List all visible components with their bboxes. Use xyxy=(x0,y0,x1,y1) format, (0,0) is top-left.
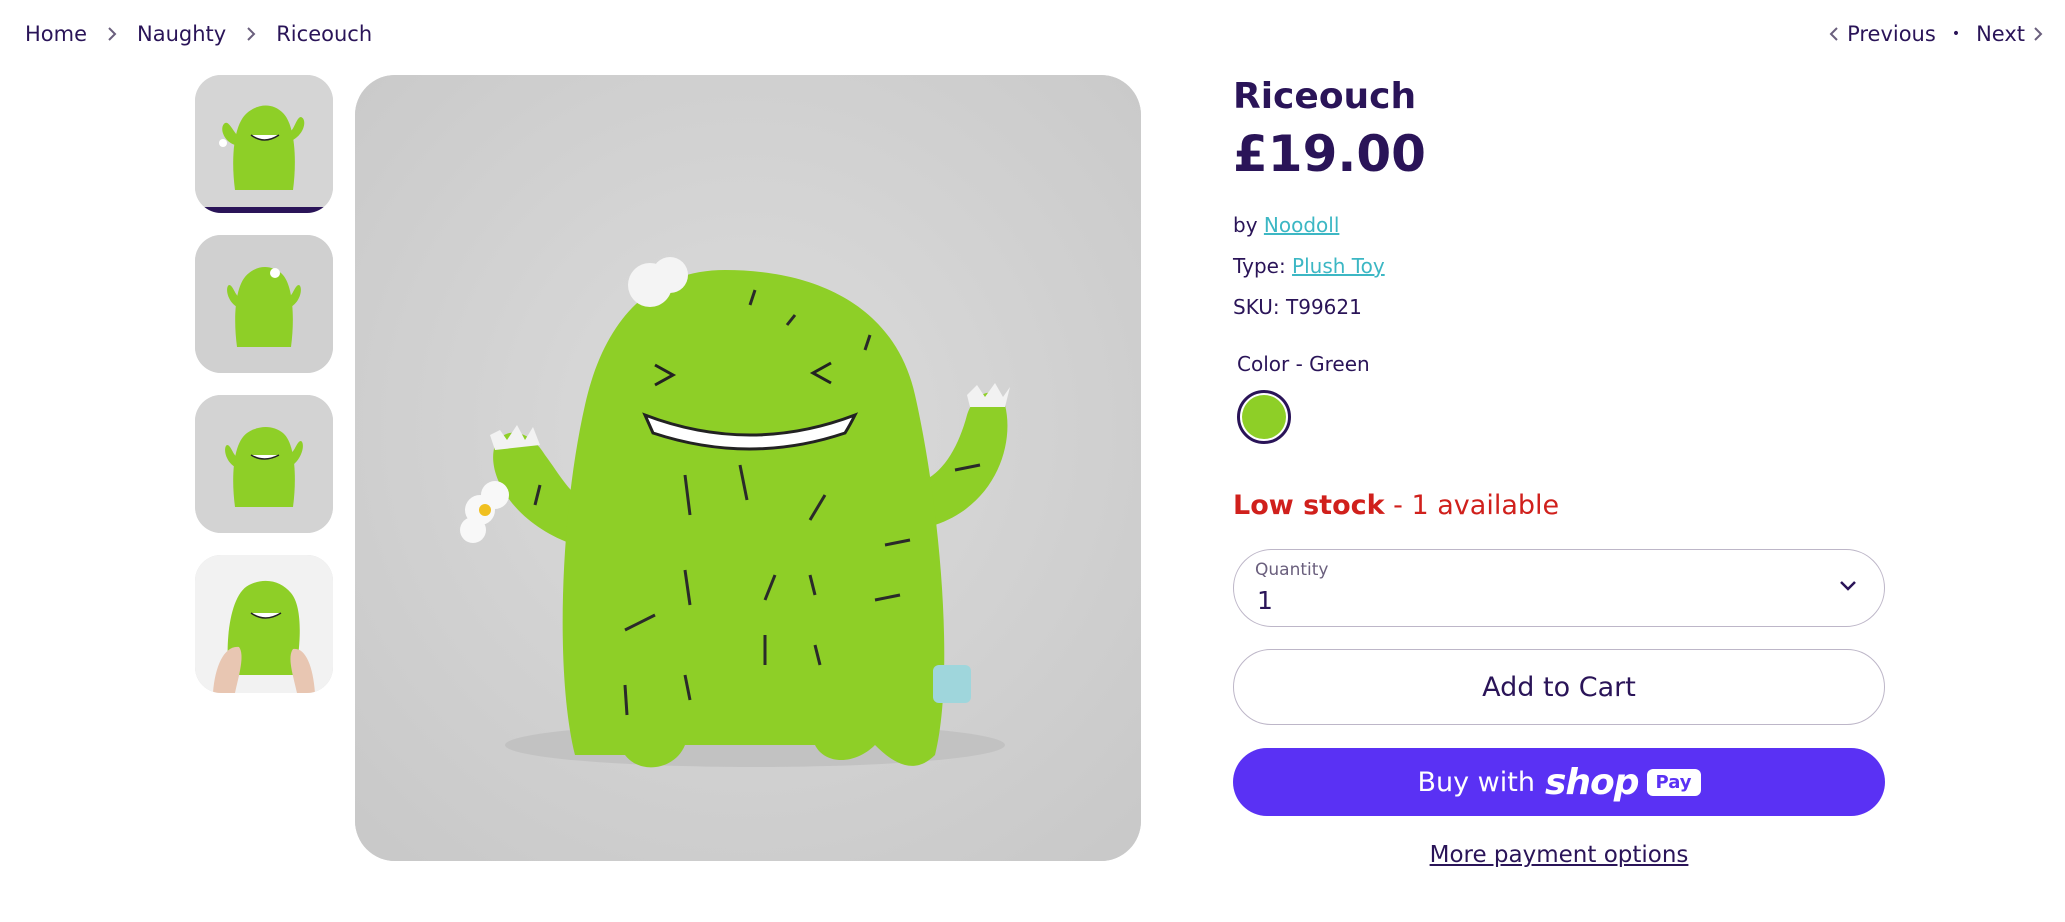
chevron-left-icon xyxy=(1829,26,1839,42)
more-payment-options-link[interactable]: More payment options xyxy=(1233,842,1885,868)
product-main-image[interactable] xyxy=(355,75,1141,861)
product-price: £19.00 xyxy=(1233,125,1426,183)
sku-prefix: SKU: xyxy=(1233,295,1280,319)
type-link[interactable]: Plush Toy xyxy=(1292,254,1385,278)
pay-badge: Pay xyxy=(1646,768,1701,796)
quantity-label: Quantity xyxy=(1255,560,1329,580)
color-swatch-green[interactable] xyxy=(1237,390,1291,444)
type-prefix: Type: xyxy=(1233,254,1286,278)
quantity-value: 1 xyxy=(1257,586,1273,615)
quantity-select[interactable]: Quantity 1 xyxy=(1233,549,1885,627)
product-title: Riceouch xyxy=(1233,76,1417,117)
thumbnail-list xyxy=(195,75,333,715)
breadcrumb-collection[interactable]: Naughty xyxy=(137,22,226,46)
stock-status: Low stock - 1 available xyxy=(1233,490,1885,521)
type-line: Type: Plush Toy xyxy=(1233,246,1885,287)
vendor-prefix: by xyxy=(1233,213,1258,237)
breadcrumb: Home Naughty Riceouch xyxy=(25,22,372,46)
buy-with-label: Buy with xyxy=(1417,766,1535,798)
thumbnail-in-hands[interactable] xyxy=(195,555,333,693)
breadcrumb-home[interactable]: Home xyxy=(25,22,87,46)
chevron-right-icon xyxy=(107,26,117,42)
product-pager: Previous • Next xyxy=(1821,22,2051,46)
chevron-right-icon xyxy=(246,26,256,42)
vendor-link[interactable]: Noodoll xyxy=(1264,213,1339,237)
previous-link[interactable]: Previous xyxy=(1847,22,1936,46)
next-link[interactable]: Next xyxy=(1976,22,2025,46)
sku-line: SKU: T99621 xyxy=(1233,287,1885,328)
vendor-line: by Noodoll xyxy=(1233,205,1885,246)
thumbnail-front[interactable] xyxy=(195,75,333,213)
chevron-down-icon xyxy=(1838,578,1858,597)
stock-count: - 1 available xyxy=(1384,490,1560,521)
breadcrumb-current: Riceouch xyxy=(276,22,373,46)
thumbnail-back[interactable] xyxy=(195,235,333,373)
thumbnail-angle[interactable] xyxy=(195,395,333,533)
color-label: Color - Green xyxy=(1237,352,1370,376)
stock-level: Low stock xyxy=(1233,490,1385,521)
product-info: Riceouch £19.00 by Noodoll Type: Plush T… xyxy=(1233,75,1885,868)
shop-logo: shop xyxy=(1544,761,1640,803)
chevron-right-icon xyxy=(2033,26,2043,42)
sku-value: T99621 xyxy=(1286,295,1362,319)
pager-separator: • xyxy=(1951,26,1961,42)
swatch-fill xyxy=(1242,395,1286,439)
shop-pay-button[interactable]: Buy with shop Pay xyxy=(1233,748,1885,816)
add-to-cart-button[interactable]: Add to Cart xyxy=(1233,649,1885,725)
